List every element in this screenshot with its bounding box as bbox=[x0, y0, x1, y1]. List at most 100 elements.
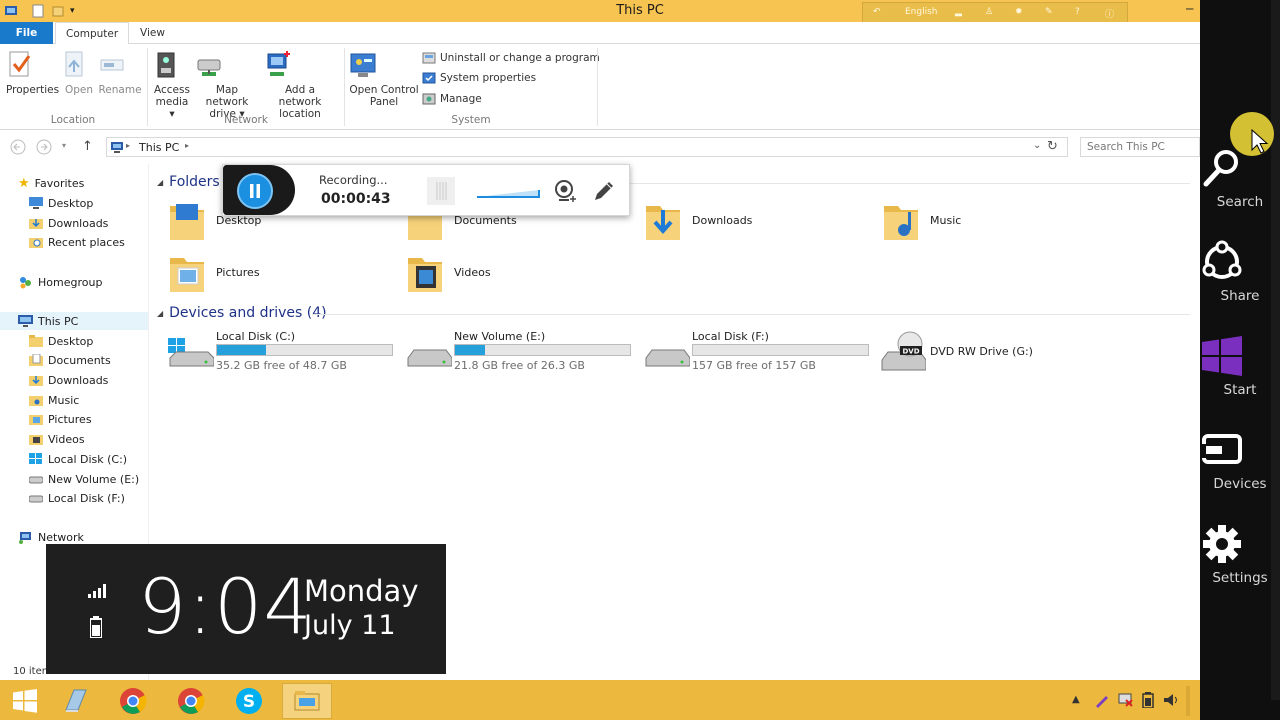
open-control-panel-button[interactable]: Open Control Panel bbox=[348, 50, 420, 108]
nav-fav-desktop[interactable]: Desktop bbox=[29, 194, 93, 212]
nav-pc-downloads[interactable]: Downloads bbox=[29, 371, 108, 389]
pictures-folder-icon bbox=[168, 250, 206, 294]
system-properties-button[interactable]: System properties bbox=[422, 71, 536, 85]
breadcrumb-chevron-icon[interactable]: ▸ bbox=[185, 141, 189, 150]
nav-this-pc[interactable]: This PC bbox=[18, 312, 78, 330]
nav-homegroup[interactable]: Homegroup bbox=[18, 273, 102, 291]
toolbar-hat-icon[interactable]: ▂ bbox=[955, 7, 962, 17]
drive-name: DVD RW Drive (G:) bbox=[930, 345, 1033, 358]
music-folder-icon bbox=[882, 198, 920, 242]
start-button[interactable] bbox=[0, 683, 50, 719]
drive-name: Local Disk (C:) bbox=[216, 330, 296, 343]
drive-usage-bar bbox=[216, 344, 393, 356]
nav-fav-downloads[interactable]: Downloads bbox=[29, 214, 108, 232]
breadcrumb-chevron-icon[interactable]: ▸ bbox=[126, 141, 130, 150]
breadcrumb-this-pc[interactable]: This PC bbox=[139, 141, 179, 154]
tray-battery-icon[interactable] bbox=[1142, 692, 1154, 708]
nav-favorites[interactable]: ★ Favorites bbox=[18, 174, 84, 192]
volume-slider[interactable] bbox=[477, 189, 543, 199]
tray-volume-icon[interactable] bbox=[1162, 692, 1178, 708]
toolbar-person-icon[interactable]: ♙ bbox=[985, 7, 993, 17]
add-network-location-button[interactable]: Add a network location bbox=[262, 50, 338, 120]
recent-locations-icon[interactable]: ▾ bbox=[62, 141, 66, 150]
webcam-icon[interactable] bbox=[553, 178, 579, 204]
nav-pc-local-disk-f[interactable]: Local Disk (F:) bbox=[29, 489, 125, 507]
nav-pc-desktop[interactable]: Desktop bbox=[29, 332, 93, 350]
homegroup-icon bbox=[18, 275, 33, 289]
folder-videos[interactable]: Videos bbox=[406, 250, 491, 294]
collapse-icon: ◢ bbox=[157, 177, 164, 187]
charm-share[interactable]: Share bbox=[1200, 240, 1280, 304]
forward-icon[interactable] bbox=[36, 139, 52, 155]
pause-button[interactable] bbox=[237, 173, 273, 209]
tray-network-icon[interactable] bbox=[1118, 692, 1134, 708]
nav-pc-pictures[interactable]: Pictures bbox=[29, 410, 92, 428]
map-network-drive-button[interactable]: Map network drive ▾ bbox=[194, 50, 260, 120]
rename-button[interactable]: Rename bbox=[98, 50, 142, 96]
downloads-folder-icon bbox=[644, 198, 682, 242]
toolbar-help-icon[interactable]: ? bbox=[1075, 7, 1080, 17]
tab-file[interactable]: File bbox=[0, 22, 53, 44]
refresh-icon[interactable]: ↻ bbox=[1047, 139, 1058, 154]
show-desktop-button[interactable] bbox=[1186, 686, 1190, 716]
taskbar-skype[interactable]: S bbox=[224, 683, 274, 719]
nav-pc-documents[interactable]: Documents bbox=[29, 351, 111, 369]
search-input[interactable]: Search This PC bbox=[1080, 137, 1200, 157]
toolbar-undo-icon[interactable]: ↶ bbox=[873, 7, 881, 17]
taskbar-chrome-1[interactable] bbox=[108, 683, 158, 719]
clock-day: Monday bbox=[304, 574, 419, 608]
drive-local-disk-f[interactable]: Local Disk (F:) 157 GB free of 157 GB bbox=[644, 330, 874, 374]
folder-pictures[interactable]: Pictures bbox=[168, 250, 260, 294]
toolbar-info-icon[interactable]: ⓘ bbox=[1105, 7, 1114, 20]
drive-dvd-rw-g[interactable]: DVD DVD RW Drive (G:) bbox=[880, 330, 1080, 374]
tab-computer[interactable]: Computer bbox=[55, 22, 130, 45]
minimize-icon[interactable]: ─ bbox=[1186, 2, 1193, 16]
drive-icon bbox=[29, 473, 43, 485]
back-icon[interactable] bbox=[10, 139, 26, 155]
pen-annotation-icon[interactable] bbox=[591, 178, 617, 204]
access-media-button[interactable]: Access media ▾ bbox=[152, 50, 192, 120]
svg-text:S: S bbox=[243, 692, 255, 712]
nav-label: Downloads bbox=[48, 216, 109, 230]
folder-music[interactable]: Music bbox=[882, 198, 961, 242]
show-hidden-icons[interactable]: ▲ bbox=[1072, 694, 1080, 705]
nav-pc-local-disk-c[interactable]: Local Disk (C:) bbox=[29, 450, 127, 468]
charm-start[interactable]: Start bbox=[1200, 334, 1280, 398]
address-dropdown-icon[interactable]: ⌄ bbox=[1033, 140, 1041, 151]
nav-pc-new-volume-e[interactable]: New Volume (E:) bbox=[29, 470, 139, 488]
open-button[interactable]: Open bbox=[62, 50, 96, 96]
toolbar-gear-icon[interactable]: ✹ bbox=[1015, 7, 1023, 17]
manage-button[interactable]: Manage bbox=[422, 92, 482, 106]
folder-downloads[interactable]: Downloads bbox=[644, 198, 752, 242]
drive-local-disk-c[interactable]: Local Disk (C:) 35.2 GB free of 48.7 GB bbox=[168, 330, 398, 374]
ribbon-tab-bar: File Computer View bbox=[0, 22, 1200, 45]
nav-fav-recent-places[interactable]: Recent places bbox=[29, 233, 125, 251]
taskbar-file-explorer[interactable] bbox=[282, 683, 332, 719]
language-label[interactable]: English bbox=[905, 7, 938, 17]
tray-pen-icon[interactable] bbox=[1094, 692, 1110, 708]
nav-label: Pictures bbox=[48, 412, 92, 426]
rename-icon bbox=[98, 50, 142, 80]
nav-pc-music[interactable]: Music bbox=[29, 391, 79, 409]
address-box[interactable]: ▸ This PC ▸ ⌄ bbox=[106, 137, 1068, 157]
drive-icon bbox=[29, 492, 43, 504]
folder-label: Videos bbox=[454, 265, 491, 279]
tab-view[interactable]: View bbox=[130, 22, 175, 44]
devices-group-header[interactable]: ◢ Devices and drives (4) bbox=[157, 305, 327, 321]
pictures-icon bbox=[29, 413, 43, 425]
up-icon[interactable]: ↑ bbox=[82, 139, 93, 154]
charm-devices[interactable]: Devices bbox=[1200, 428, 1280, 492]
drive-free-space: 157 GB free of 157 GB bbox=[692, 359, 816, 372]
nav-pc-videos[interactable]: Videos bbox=[29, 430, 85, 448]
charm-settings[interactable]: Settings bbox=[1200, 522, 1280, 586]
rename-label: Rename bbox=[98, 84, 142, 96]
drive-new-volume-e[interactable]: New Volume (E:) 21.8 GB free of 26.3 GB bbox=[406, 330, 636, 374]
windows-logo-icon bbox=[1200, 334, 1280, 378]
taskbar-app-notebook[interactable] bbox=[50, 683, 100, 719]
toolbar-pen-icon[interactable]: ✎ bbox=[1045, 7, 1053, 17]
taskbar-chrome-2[interactable] bbox=[166, 683, 216, 719]
uninstall-program-button[interactable]: Uninstall or change a program bbox=[422, 51, 600, 65]
charm-label: Settings bbox=[1212, 570, 1268, 586]
location-group-label: Location bbox=[50, 114, 96, 126]
properties-button[interactable]: Properties bbox=[6, 50, 59, 96]
